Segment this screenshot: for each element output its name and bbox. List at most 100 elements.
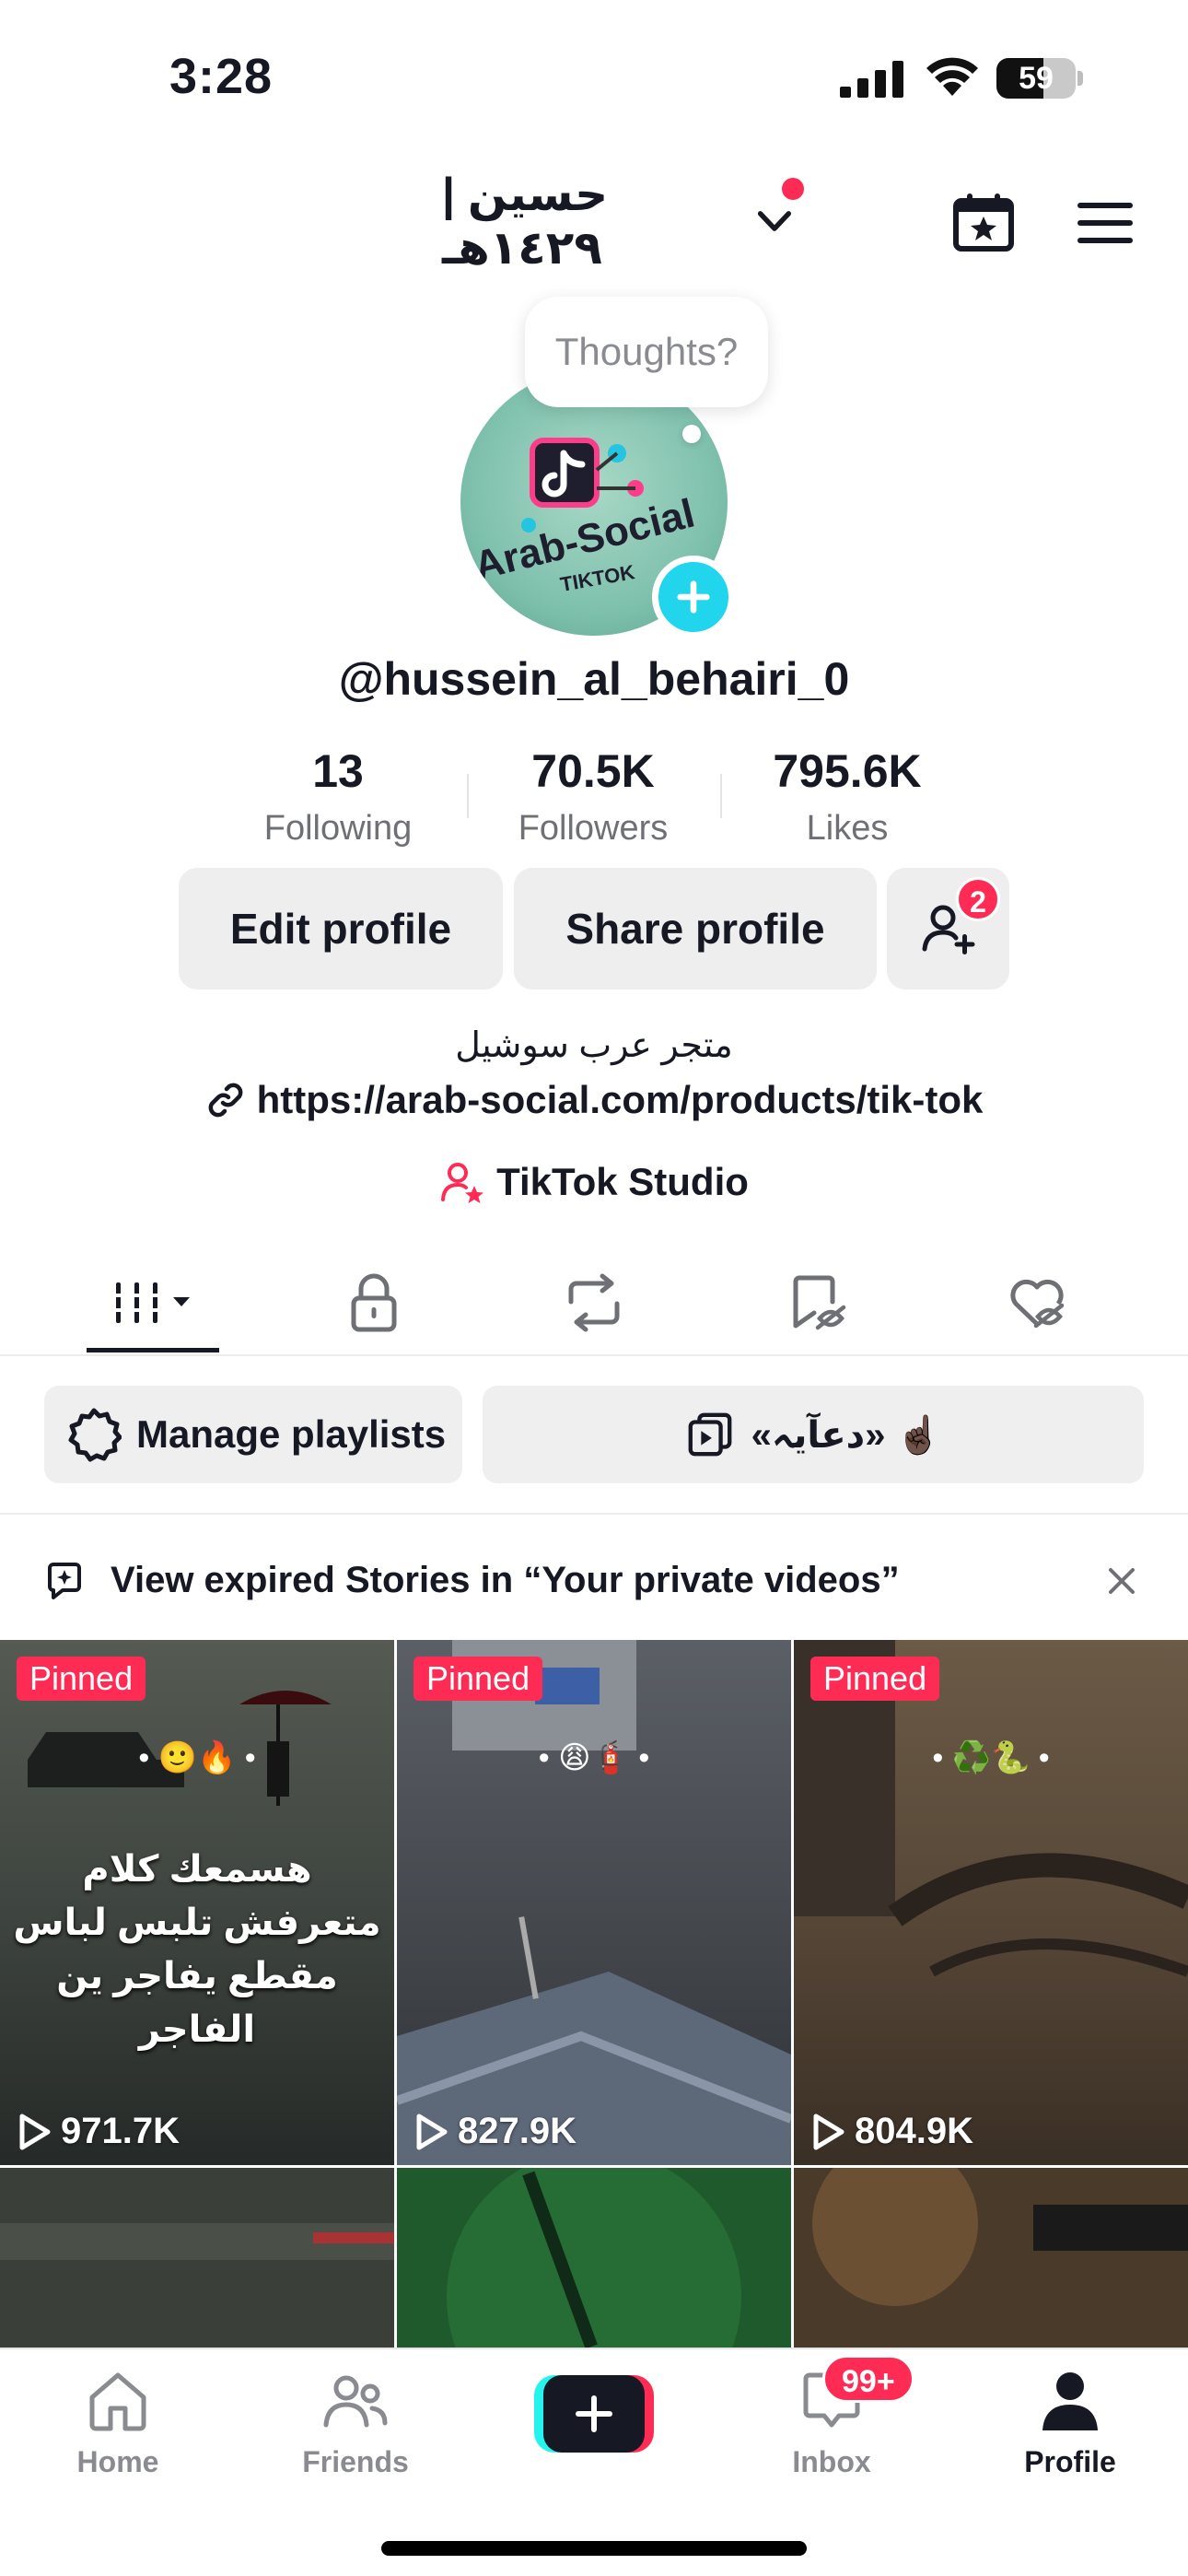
- account-switcher[interactable]: حسين | ١٤٢٩هـ: [442, 169, 792, 274]
- notification-dot: [782, 178, 804, 200]
- story-plus-icon: [48, 1563, 81, 1599]
- battery-indicator: 59: [996, 58, 1083, 99]
- menu-icon[interactable]: [1077, 201, 1133, 245]
- close-icon[interactable]: [1103, 1563, 1140, 1599]
- add-story-button[interactable]: [652, 556, 735, 638]
- link-icon: [208, 1083, 243, 1118]
- stat-label: Following: [263, 809, 413, 848]
- view-count: 804.9K: [810, 2111, 973, 2152]
- thoughts-placeholder: Thoughts?: [554, 330, 739, 373]
- share-profile-button[interactable]: Share profile: [514, 868, 877, 989]
- nav-profile-label: Profile: [1024, 2445, 1116, 2478]
- nav-friends-label: Friends: [302, 2445, 409, 2478]
- thoughts-bubble[interactable]: Thoughts?: [525, 297, 768, 407]
- stat-value: 70.5K: [531, 745, 655, 797]
- plus-icon: [576, 2395, 612, 2432]
- gear-icon: [68, 1408, 122, 1462]
- tab-liked[interactable]: [982, 1266, 1092, 1340]
- friends-icon: [323, 2375, 388, 2428]
- chevron-down-icon: [757, 211, 792, 231]
- playlist-icon: [688, 1412, 732, 1457]
- stat-following[interactable]: 13 Following: [218, 744, 458, 849]
- video-thumbnail: [397, 1640, 791, 2165]
- video-tile[interactable]: [397, 2168, 791, 2349]
- active-tab-indicator: [87, 1348, 219, 1352]
- view-count-value: 971.7K: [61, 2111, 180, 2151]
- tab-videos[interactable]: [98, 1266, 208, 1340]
- play-icon: [813, 2113, 844, 2149]
- play-icon: [19, 2113, 51, 2149]
- wifi-icon: [926, 57, 978, 96]
- account-name: حسين | ١٤٢٩هـ: [442, 169, 609, 274]
- bio-link-text: https://arab-social.com/products/tik-tok: [256, 1078, 984, 1121]
- stat-label: Followers: [518, 809, 669, 848]
- nav-inbox-label: Inbox: [792, 2445, 871, 2478]
- video-tile[interactable]: [794, 2168, 1188, 2349]
- lock-icon: [351, 1273, 397, 1332]
- stat-value: 13: [312, 745, 364, 797]
- video-thumbnail: [397, 2168, 791, 2349]
- thoughts-bubble-tail: [682, 425, 701, 443]
- create-button[interactable]: [534, 2375, 654, 2453]
- manage-playlists-button[interactable]: Manage playlists: [44, 1386, 462, 1483]
- view-count-value: 804.9K: [855, 2111, 973, 2151]
- nav-friends[interactable]: Friends: [263, 2366, 448, 2504]
- username: @hussein_al_behairi_0: [338, 653, 850, 705]
- stat-followers[interactable]: 70.5K Followers: [473, 744, 713, 849]
- plus-icon: [677, 580, 710, 614]
- section-divider: [0, 1513, 1188, 1515]
- profile-icon: [1042, 2372, 1098, 2430]
- edit-profile-button[interactable]: Edit profile: [179, 868, 503, 989]
- expired-stories-text: View expired Stories in “Your private vi…: [111, 1560, 900, 1600]
- calendar-star-icon[interactable]: [952, 192, 1015, 252]
- pinned-badge: Pinned: [17, 1657, 146, 1701]
- playlist-chip[interactable]: «دعآيہ» ☝🏿: [483, 1386, 1144, 1483]
- video-tile[interactable]: Pinned • 🙂🔥 • هسمعك كلام متعرفش تلبس لبا…: [0, 1640, 394, 2165]
- repost-icon: [568, 1273, 620, 1332]
- playlist-name: «دعآيہ» ☝🏿: [751, 1414, 942, 1456]
- stat-label: Likes: [806, 809, 889, 848]
- cellular-signal-icon: [840, 61, 903, 98]
- video-emoji: • 😩🧯 •: [538, 1740, 650, 1775]
- video-thumbnail: [0, 2168, 394, 2349]
- tiktok-studio-link[interactable]: TikTok Studio: [0, 1159, 1188, 1205]
- view-count-value: 827.9K: [458, 2111, 577, 2151]
- stat-value: 795.6K: [773, 745, 922, 797]
- video-tile[interactable]: Pinned • ♻️🐍 • 804.9K: [794, 1640, 1188, 2165]
- video-thumbnail: [794, 2168, 1188, 2349]
- grid-dropdown-icon: [111, 1282, 190, 1323]
- inbox-badge: 99+: [822, 2355, 914, 2403]
- bio-text: متجر عرب سوشيل: [455, 1026, 733, 1065]
- status-time: 3:28: [169, 49, 274, 104]
- stat-likes[interactable]: 795.6K Likes: [728, 744, 967, 849]
- expired-stories-banner[interactable]: View expired Stories in “Your private vi…: [0, 1520, 1188, 1640]
- manage-playlists-label: Manage playlists: [136, 1412, 447, 1456]
- pinned-badge: Pinned: [810, 1657, 940, 1701]
- play-icon: [416, 2113, 448, 2149]
- video-emoji: • ♻️🐍 •: [932, 1740, 1050, 1775]
- nav-home-label: Home: [76, 2445, 159, 2478]
- pinned-badge: Pinned: [413, 1657, 543, 1701]
- video-emoji: • 🙂🔥 •: [138, 1740, 256, 1775]
- home-icon: [89, 2372, 146, 2431]
- video-grid: Pinned • 🙂🔥 • هسمعك كلام متعرفش تلبس لبا…: [0, 1640, 1188, 2349]
- video-caption: هسمعك كلام متعرفش تلبس لباس مقطع يفاجر ي…: [13, 1849, 381, 2050]
- heart-hidden-icon: [1010, 1279, 1065, 1329]
- profile-tabs: [0, 1253, 1188, 1356]
- bio-link[interactable]: https://arab-social.com/products/tik-tok: [0, 1078, 1188, 1122]
- profile-stats: 13 Following 70.5K Followers 795.6K Like…: [0, 744, 1188, 855]
- tiktok-studio-label: TikTok Studio: [496, 1160, 749, 1203]
- tab-reposts[interactable]: [539, 1266, 649, 1340]
- video-thumbnail: [794, 1640, 1188, 2165]
- nav-profile[interactable]: Profile: [978, 2366, 1162, 2504]
- tab-private[interactable]: [319, 1266, 429, 1340]
- bookmark-hidden-icon: [793, 1275, 846, 1330]
- creator-star-icon: [441, 1163, 484, 1203]
- view-count: 827.9K: [413, 2111, 577, 2152]
- view-count: 971.7K: [17, 2111, 180, 2152]
- tab-favorites[interactable]: [763, 1266, 874, 1340]
- nav-home[interactable]: Home: [26, 2366, 210, 2504]
- video-tile[interactable]: Pinned • 😩🧯 • 827.9K: [397, 1640, 791, 2165]
- video-tile[interactable]: [0, 2168, 394, 2349]
- stat-divider: [467, 774, 469, 818]
